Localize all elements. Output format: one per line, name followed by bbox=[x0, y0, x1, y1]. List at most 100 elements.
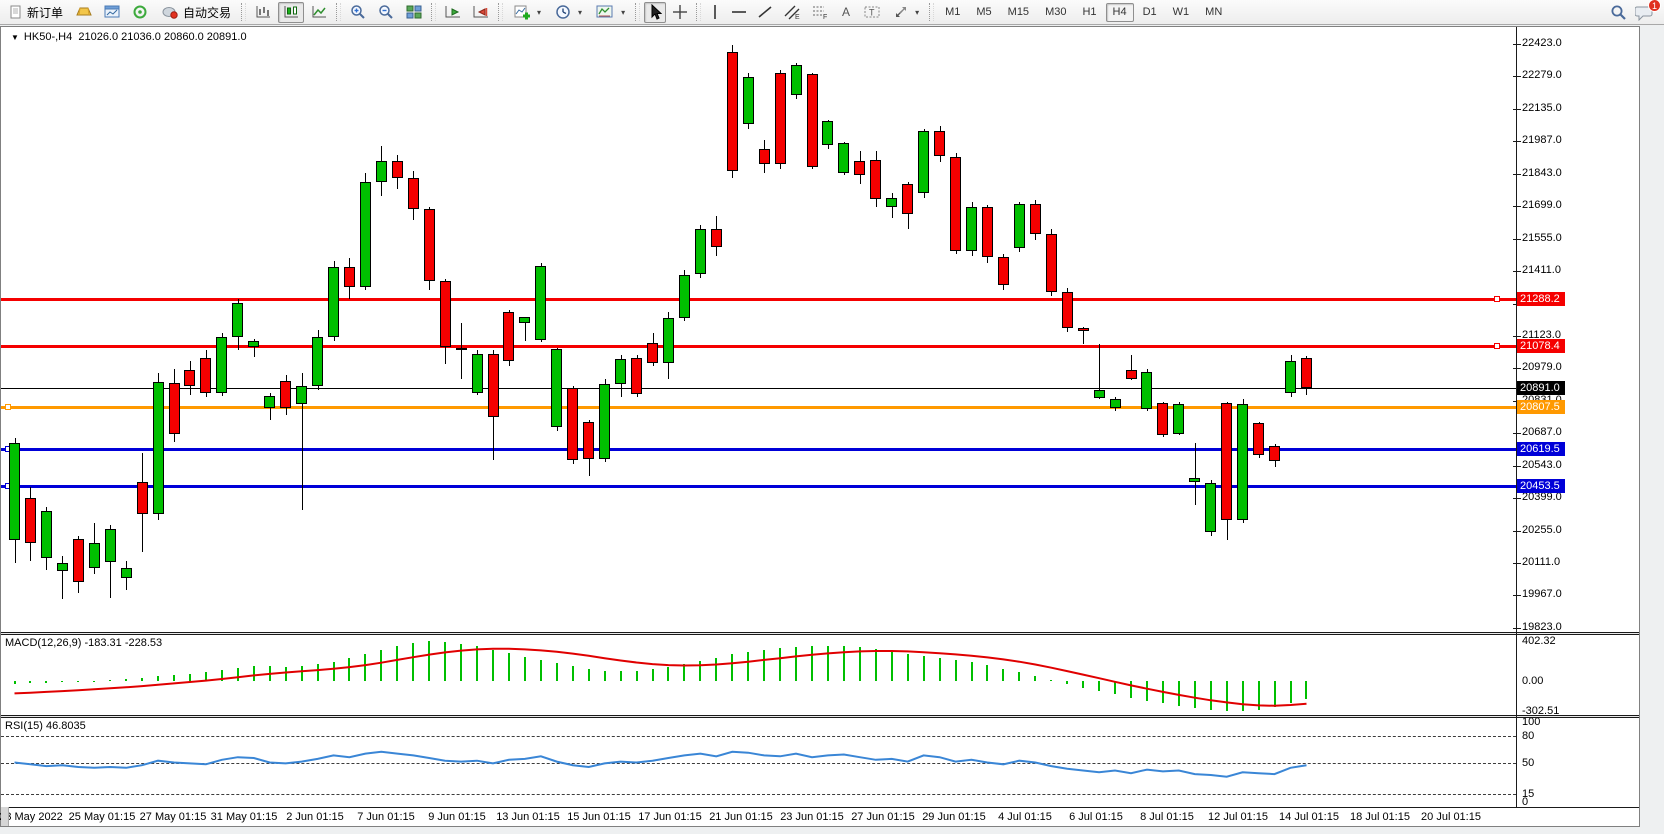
bar-chart-mode-button[interactable] bbox=[250, 2, 276, 23]
candle bbox=[1269, 446, 1280, 461]
notification-badge: 1 bbox=[1648, 0, 1661, 12]
chart-title: ▼HK50-,H4 21026.0 21036.0 20860.0 20891.… bbox=[11, 31, 247, 43]
tf-button-h1[interactable]: H1 bbox=[1075, 3, 1103, 22]
horizontal-level-line[interactable] bbox=[1, 485, 1516, 488]
tf-button-mn[interactable]: MN bbox=[1198, 3, 1229, 22]
templates-button[interactable]: ▾ bbox=[590, 2, 631, 23]
line-chart-mode-button[interactable] bbox=[306, 2, 332, 23]
price-tick-label: 20111.0 bbox=[1522, 556, 1560, 568]
candle bbox=[328, 267, 339, 336]
new-order-button[interactable]: 新订单 bbox=[3, 2, 69, 23]
date-axis-label: 6 Jul 01:15 bbox=[1069, 811, 1123, 823]
horizontal-level-line[interactable] bbox=[1, 406, 1516, 409]
candle bbox=[1205, 483, 1216, 533]
horizontal-line-tool-button[interactable] bbox=[727, 2, 751, 23]
candle bbox=[25, 498, 36, 543]
candle bbox=[1062, 292, 1073, 328]
trendline-tool-button[interactable] bbox=[753, 2, 777, 23]
candle bbox=[918, 131, 929, 194]
macd-signal-line bbox=[1, 635, 1516, 715]
zoom-in-button[interactable] bbox=[345, 2, 371, 23]
auto-scroll-icon bbox=[444, 4, 462, 20]
text-label-tool-button[interactable]: T bbox=[859, 2, 885, 23]
macd-axis-label: 402.32 bbox=[1522, 635, 1556, 647]
tf-button-m30[interactable]: M30 bbox=[1038, 3, 1073, 22]
svg-text:E: E bbox=[795, 14, 800, 20]
candle bbox=[599, 384, 610, 459]
symbol-dropdown-arrow[interactable]: ▼ bbox=[11, 33, 19, 42]
text-tool-button[interactable]: A bbox=[835, 2, 857, 23]
tf-button-w1[interactable]: W1 bbox=[1166, 3, 1197, 22]
toolbar-separator bbox=[336, 3, 341, 21]
price-pane[interactable]: ▼HK50-,H4 21026.0 21036.0 20860.0 20891.… bbox=[1, 27, 1639, 632]
arrows-tool-button[interactable]: ▾ bbox=[887, 2, 925, 23]
candle bbox=[360, 182, 371, 287]
channel-tool-button[interactable]: E bbox=[779, 2, 805, 23]
horizontal-level-line[interactable] bbox=[1, 298, 1516, 301]
date-axis-label: 15 Jun 01:15 bbox=[567, 811, 631, 823]
vertical-line-tool-button[interactable] bbox=[705, 2, 725, 23]
tf-button-m5[interactable]: M5 bbox=[969, 3, 998, 22]
candle bbox=[472, 354, 483, 393]
horizontal-line-icon bbox=[731, 4, 747, 20]
candle bbox=[535, 266, 546, 341]
candle bbox=[615, 359, 626, 384]
fibonacci-tool-button[interactable]: F bbox=[807, 2, 833, 23]
signals-button[interactable] bbox=[127, 2, 153, 23]
candle bbox=[184, 370, 195, 386]
candle bbox=[950, 157, 961, 252]
search-icon[interactable] bbox=[1610, 4, 1627, 21]
crosshair-tool-button[interactable] bbox=[668, 2, 692, 23]
candle bbox=[998, 257, 1009, 285]
price-tick-mark bbox=[1513, 595, 1521, 596]
line-drag-handle[interactable] bbox=[5, 404, 11, 410]
gold-symbol-button[interactable] bbox=[71, 2, 97, 23]
candle bbox=[200, 358, 211, 393]
chart-shift-button[interactable] bbox=[468, 2, 494, 23]
tf-button-m1[interactable]: M1 bbox=[938, 3, 967, 22]
candle bbox=[121, 568, 132, 578]
candle bbox=[854, 161, 865, 175]
line-chart-icon bbox=[310, 4, 328, 20]
auto-scroll-button[interactable] bbox=[440, 2, 466, 23]
tf-button-m15[interactable]: M15 bbox=[1001, 3, 1036, 22]
candle bbox=[1094, 390, 1105, 398]
candlestick-mode-button[interactable] bbox=[278, 2, 304, 23]
periods-button[interactable]: ▾ bbox=[549, 2, 588, 23]
date-axis-label: 21 Jun 01:15 bbox=[709, 811, 773, 823]
horizontal-level-line[interactable] bbox=[1, 448, 1516, 451]
candle bbox=[711, 229, 722, 247]
candle bbox=[344, 267, 355, 287]
date-axis-label: 4 Jul 01:15 bbox=[998, 811, 1052, 823]
autotrade-button[interactable]: 自动交易 bbox=[155, 2, 237, 23]
candle bbox=[41, 511, 52, 558]
add-indicator-button[interactable]: ▾ bbox=[507, 2, 547, 23]
date-axis-label: 8 Jul 01:15 bbox=[1140, 811, 1194, 823]
zoom-out-button[interactable] bbox=[373, 2, 399, 23]
cursor-tool-button[interactable] bbox=[644, 2, 666, 23]
price-line-badge: 20807.5 bbox=[1517, 400, 1565, 414]
line-drag-handle[interactable] bbox=[1494, 343, 1500, 349]
tf-button-d1[interactable]: D1 bbox=[1136, 3, 1164, 22]
timeframe-group: M1M5M15M30H1H4D1W1MN bbox=[937, 3, 1230, 22]
candle bbox=[296, 386, 307, 404]
rsi-pane[interactable]: RSI(15) 46.8035 bbox=[1, 718, 1639, 807]
chat-button[interactable]: 1 bbox=[1635, 4, 1654, 21]
candle bbox=[408, 178, 419, 209]
price-tick-mark bbox=[1513, 466, 1521, 467]
price-line-badge: 20891.0 bbox=[1517, 381, 1565, 395]
candle bbox=[583, 422, 594, 459]
tf-button-h4[interactable]: H4 bbox=[1106, 3, 1134, 22]
line-drag-handle[interactable] bbox=[1494, 296, 1500, 302]
open-chart-button[interactable] bbox=[99, 2, 125, 23]
autotrade-cloud-icon bbox=[161, 4, 179, 20]
price-tick-label: 20543.0 bbox=[1522, 459, 1562, 471]
price-tick-mark bbox=[1513, 109, 1521, 110]
date-axis-label: 13 Jun 01:15 bbox=[496, 811, 560, 823]
macd-pane[interactable]: MACD(12,26,9) -183.31 -228.53 bbox=[1, 635, 1639, 715]
candle bbox=[280, 381, 291, 409]
date-axis-label: 12 Jul 01:15 bbox=[1208, 811, 1268, 823]
horizontal-level-line[interactable] bbox=[1, 345, 1516, 348]
date-axis[interactable]: 23 May 202225 May 01:1527 May 01:1531 Ma… bbox=[1, 807, 1639, 826]
tile-windows-button[interactable] bbox=[401, 2, 427, 23]
